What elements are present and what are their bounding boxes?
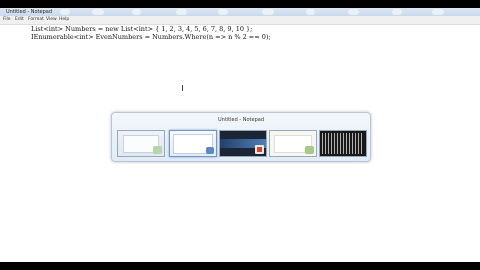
title-glass [60, 9, 70, 15]
menu-bar: File Edit Format View Help [0, 16, 480, 25]
window-thumbnail[interactable] [117, 130, 165, 157]
console-thumbnail[interactable] [319, 130, 367, 157]
menu-file[interactable]: File [3, 16, 11, 24]
console-preview [322, 133, 364, 154]
code-line: List<int> Numbers = new List<int> { 1, 2… [31, 25, 253, 33]
title-glass [432, 9, 444, 15]
window-title: Untitled - Notepad [6, 9, 53, 15]
top-letterbox [0, 0, 480, 8]
window-switcher: Untitled - Notepad [111, 112, 371, 162]
title-glass [92, 9, 104, 15]
menu-view[interactable]: View [46, 16, 57, 24]
app-icon [305, 146, 314, 154]
code-line: IEnumerable<int> EvenNumbers = Numbers.W… [31, 33, 271, 41]
notepad-thumbnail[interactable] [169, 130, 217, 157]
office-icon [255, 145, 264, 154]
title-glass [392, 9, 402, 15]
menu-edit[interactable]: Edit [15, 16, 24, 24]
document-thumbnail[interactable] [269, 130, 317, 157]
title-glass [132, 9, 141, 15]
title-glass [176, 9, 187, 15]
presentation-thumbnail[interactable] [219, 130, 267, 157]
title-glass [262, 9, 274, 15]
text-cursor [182, 85, 183, 91]
notepad-icon [206, 147, 214, 154]
app-icon [153, 146, 162, 154]
menu-help[interactable]: Help [59, 16, 69, 24]
bottom-letterbox [0, 262, 480, 270]
menu-format[interactable]: Format [28, 16, 44, 24]
title-glass [306, 9, 315, 15]
title-glass [218, 9, 228, 15]
title-glass [348, 9, 359, 15]
switcher-label: Untitled - Notepad [217, 117, 264, 123]
